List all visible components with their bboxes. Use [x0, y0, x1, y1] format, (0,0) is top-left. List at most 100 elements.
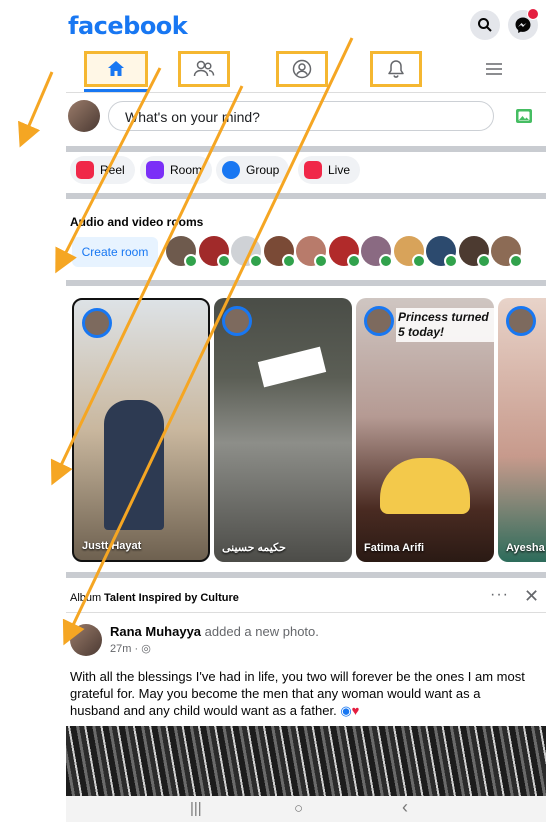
story-avatar	[222, 306, 252, 336]
room-avatar[interactable]	[198, 236, 231, 268]
online-indicator	[216, 254, 231, 268]
live-icon	[304, 161, 322, 179]
story-avatar	[364, 306, 394, 336]
bell-icon	[388, 60, 404, 78]
story-sticker	[257, 346, 327, 388]
friends-icon	[193, 60, 215, 77]
group-icon	[222, 161, 240, 179]
photo-button[interactable]	[514, 106, 534, 126]
post-body: With all the blessings I've had in life,…	[70, 668, 530, 719]
online-indicator	[411, 254, 426, 268]
stories-tray: Justt Hayat حکیمه حسینی Princess turned …	[66, 298, 546, 562]
search-icon	[478, 18, 492, 32]
story-name: Justt Hayat	[82, 540, 142, 552]
story-name: Fatima Arifi	[364, 542, 425, 554]
post-composer: What's on your mind?	[66, 96, 546, 140]
room-avatar[interactable]	[426, 236, 458, 268]
online-indicator	[509, 254, 523, 268]
room-avatar[interactable]	[361, 236, 393, 268]
section-divider	[66, 572, 546, 578]
system-back-button[interactable]: ‹	[402, 797, 408, 818]
chip-room-label: Room	[170, 163, 203, 177]
story-card[interactable]: Princess turned 5 today! Fatima Arifi	[356, 298, 494, 562]
story-avatar	[506, 306, 536, 336]
close-icon[interactable]: ✕	[524, 586, 539, 607]
online-indicator	[249, 254, 263, 268]
notification-badge	[527, 8, 539, 20]
whats-on-your-mind-input[interactable]: What's on your mind?	[108, 101, 494, 131]
menu-icon	[486, 63, 502, 75]
photo-icon	[516, 109, 532, 123]
story-cake	[380, 458, 470, 514]
album-header: Album Talent Inspired by Culture ··· ✕	[66, 584, 546, 613]
globe-icon: ◎	[141, 643, 151, 655]
story-name: Ayesha A	[506, 542, 546, 554]
tab-notifications[interactable]	[370, 51, 422, 87]
room-avatar[interactable]	[231, 236, 263, 268]
post-photo[interactable]	[66, 726, 546, 796]
post-meta: 27m · ◎	[110, 642, 151, 655]
story-card[interactable]: حکیمه حسینی	[214, 298, 352, 562]
post-author[interactable]: Rana Muhayya	[110, 624, 201, 639]
online-indicator	[281, 254, 296, 268]
online-indicator	[346, 254, 361, 268]
room-avatar[interactable]	[458, 236, 491, 268]
room-avatar[interactable]	[166, 236, 198, 268]
section-divider	[66, 280, 546, 286]
top-bar: facebook	[0, 0, 546, 48]
room-avatar[interactable]	[296, 236, 328, 268]
post-title: Rana Muhayya added a new photo.	[110, 624, 319, 639]
create-room-button[interactable]: Create room	[72, 237, 158, 267]
chip-group-label: Group	[246, 163, 280, 177]
online-indicator	[184, 254, 198, 268]
room-avatar[interactable]	[328, 236, 361, 268]
story-avatar	[82, 308, 112, 338]
facebook-logo[interactable]: facebook	[68, 12, 188, 40]
search-button[interactable]	[470, 10, 500, 40]
annotation-arrow	[18, 71, 54, 148]
album-prefix: Album	[70, 592, 102, 604]
post-text: With all the blessings I've had in life,…	[70, 669, 525, 718]
section-divider	[66, 193, 546, 199]
eye-emoji-icon: ◉	[340, 703, 352, 718]
post-time[interactable]: 27m ·	[110, 643, 138, 655]
post-action: added a new photo.	[204, 624, 319, 639]
tab-bar	[66, 48, 546, 93]
chip-reel-label: Reel	[100, 163, 125, 177]
chip-live-label: Live	[328, 163, 351, 177]
album-title[interactable]: Talent Inspired by Culture	[104, 592, 239, 604]
online-indicator	[476, 254, 491, 268]
story-card[interactable]: Ayesha A	[498, 298, 546, 562]
tab-menu[interactable]	[472, 51, 516, 87]
chip-group[interactable]: Group	[216, 156, 290, 184]
room-avatar[interactable]	[263, 236, 296, 268]
story-name: حکیمه حسینی	[222, 542, 286, 554]
story-card[interactable]: Justt Hayat	[72, 298, 210, 562]
section-divider	[66, 146, 546, 152]
online-indicator	[379, 254, 393, 268]
home-icon	[108, 61, 124, 76]
chip-live[interactable]: Live	[298, 156, 361, 184]
tab-friends[interactable]	[178, 51, 230, 87]
tab-profile[interactable]	[276, 51, 328, 87]
room-avatar[interactable]	[393, 236, 426, 268]
chip-room[interactable]: Room	[140, 156, 213, 184]
author-avatar[interactable]	[70, 624, 102, 656]
active-tab-indicator	[84, 89, 148, 92]
reel-icon	[76, 161, 94, 179]
system-nav-bar: ||| ○ ‹	[66, 796, 546, 822]
room-icon	[146, 161, 164, 179]
tab-home[interactable]	[84, 51, 148, 87]
story-caption: Princess turned 5 today!	[396, 308, 494, 342]
story-figure	[104, 400, 164, 530]
recents-button[interactable]: |||	[190, 800, 202, 817]
room-avatar[interactable]	[491, 236, 523, 268]
heart-emoji-icon: ♥	[351, 703, 360, 718]
system-home-button[interactable]: ○	[294, 800, 303, 817]
chip-reel[interactable]: Reel	[70, 156, 135, 184]
more-options-icon[interactable]: ···	[490, 586, 509, 604]
user-avatar[interactable]	[68, 100, 100, 132]
rooms-section-title: Audio and video rooms	[70, 215, 204, 229]
profile-icon	[292, 59, 312, 79]
messenger-button[interactable]	[508, 8, 539, 40]
